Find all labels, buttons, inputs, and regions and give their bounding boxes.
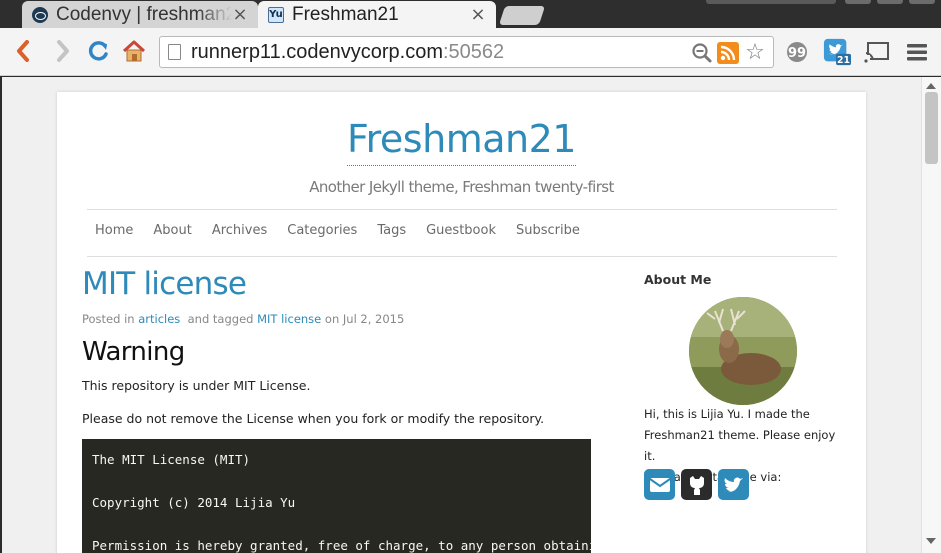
social-links: [644, 469, 749, 500]
nav-about[interactable]: About: [153, 223, 191, 238]
browser-toolbar: runnerp11.codenvycorp.com:50562 ☆ 99 21: [0, 28, 941, 76]
maximize-button[interactable]: [877, 0, 903, 4]
post-meta: Posted in articles and tagged MIT licens…: [82, 312, 404, 326]
page-viewport: Freshman21 Another Jekyll theme, Freshma…: [2, 77, 921, 553]
yu-favicon-icon: Yu: [268, 6, 284, 23]
mail-icon[interactable]: [644, 469, 675, 500]
twitter-icon[interactable]: [718, 469, 749, 500]
close-window-button[interactable]: [909, 0, 935, 4]
nav-tags[interactable]: Tags: [377, 223, 406, 238]
address-bar[interactable]: runnerp11.codenvycorp.com:50562 ☆: [159, 36, 774, 68]
code-line: Permission is hereby granted, free of ch…: [92, 538, 591, 553]
page-icon: [168, 44, 181, 60]
nav-home[interactable]: Home: [95, 223, 133, 238]
tab-strip: Codenvy | freshman21 × Yu Freshman21 ×: [0, 0, 941, 28]
svg-text:99: 99: [788, 46, 806, 61]
license-code-block: The MIT License (MIT) Copyright (c) 2014…: [82, 439, 591, 553]
zoom-icon[interactable]: [691, 41, 713, 65]
nav-archives[interactable]: Archives: [212, 223, 267, 238]
reload-icon[interactable]: [86, 38, 112, 64]
scroll-up-arrow-icon[interactable]: [926, 83, 936, 89]
main-nav: Home About Archives Categories Tags Gues…: [95, 223, 600, 238]
content-card: Freshman21 Another Jekyll theme, Freshma…: [57, 92, 866, 553]
tab-close-icon[interactable]: ×: [232, 4, 248, 25]
divider: [87, 209, 837, 210]
quote-extension-icon[interactable]: 99: [783, 38, 811, 66]
code-line: The MIT License (MIT): [92, 452, 251, 467]
cast-icon[interactable]: [863, 38, 891, 66]
scrollbar-thumb[interactable]: [925, 92, 938, 164]
category-link[interactable]: articles: [138, 312, 180, 326]
meta-date: on Jul 2, 2015: [324, 312, 405, 326]
github-icon[interactable]: [681, 469, 712, 500]
profile-button[interactable]: [706, 0, 836, 4]
url-text[interactable]: runnerp11.codenvycorp.com:50562: [191, 41, 504, 64]
about-me-heading: About Me: [644, 272, 712, 287]
code-line: Copyright (c) 2014 Lijia Yu: [92, 495, 296, 510]
paragraph: This repository is under MIT License.: [82, 378, 311, 393]
forward-arrow-icon[interactable]: [50, 38, 76, 64]
divider: [87, 256, 837, 257]
bookmark-star-icon[interactable]: ☆: [743, 40, 767, 65]
section-heading: Warning: [82, 337, 185, 367]
home-icon[interactable]: [121, 38, 147, 64]
nav-categories[interactable]: Categories: [287, 223, 357, 238]
meta-tagged: and tagged: [187, 312, 254, 326]
meta-posted-in: Posted in: [82, 312, 135, 326]
tag-link[interactable]: MIT license: [257, 312, 321, 326]
paragraph: Please do not remove the License when yo…: [82, 411, 545, 426]
tab-title: Codenvy | freshman21: [56, 3, 232, 25]
avatar: [689, 297, 797, 405]
site-description: Another Jekyll theme, Freshman twenty-fi…: [309, 178, 614, 196]
post-title[interactable]: MIT license: [82, 266, 247, 302]
tab-close-icon[interactable]: ×: [470, 4, 486, 25]
minimize-button[interactable]: [845, 0, 871, 4]
nav-subscribe[interactable]: Subscribe: [516, 223, 580, 238]
scroll-down-arrow-icon[interactable]: [926, 538, 936, 544]
url-host: runnerp11.codenvycorp.com: [191, 40, 443, 63]
rss-icon[interactable]: [717, 41, 739, 64]
codenvy-favicon-icon: [32, 6, 48, 23]
new-tab-button[interactable]: [498, 6, 546, 25]
site-title-text[interactable]: Freshman21: [347, 117, 576, 166]
site-title[interactable]: Freshman21: [57, 117, 866, 166]
bio-line: Freshman21 theme. Please enjoy it.: [644, 428, 836, 463]
vertical-scrollbar[interactable]: [921, 77, 941, 553]
nav-guestbook[interactable]: Guestbook: [426, 223, 496, 238]
menu-hamburger-icon[interactable]: [903, 38, 931, 66]
back-arrow-icon[interactable]: [10, 38, 36, 64]
tab-codenvy[interactable]: Codenvy | freshman21 ×: [22, 1, 258, 28]
url-port: :50562: [443, 40, 505, 63]
bio-line: Hi, this is Lijia Yu. I made the: [644, 407, 810, 421]
extension-badge: 21: [837, 55, 850, 66]
twitter-extension-icon[interactable]: 21: [823, 38, 851, 66]
tab-freshman21[interactable]: Yu Freshman21 ×: [258, 1, 496, 28]
tab-title: Freshman21: [292, 3, 399, 25]
